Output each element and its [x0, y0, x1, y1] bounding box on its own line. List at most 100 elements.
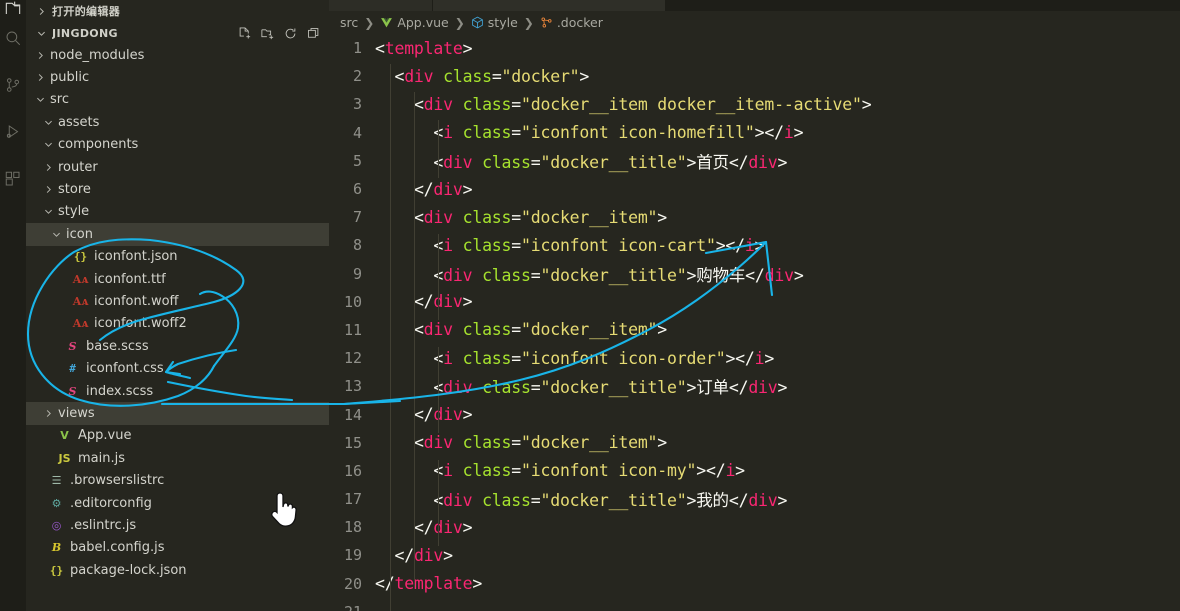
tree-item-store[interactable]: store: [26, 178, 329, 200]
tree-item-label: views: [58, 405, 95, 421]
line-number: 3: [352, 95, 362, 114]
tree-item-components[interactable]: components: [26, 134, 329, 156]
gear-file-icon: ⚙: [51, 496, 62, 510]
tree-item-browserslistrc[interactable]: ☰ .browserslistrc: [26, 469, 329, 491]
tree-item-label: iconfont.woff2: [94, 316, 187, 332]
line-number: 1: [352, 39, 362, 58]
code-line: 12 <i class="iconfont icon-order"></i>: [329, 344, 1180, 372]
font-file-icon: Aᴀ: [72, 294, 89, 308]
code-line-text: <i class="iconfont icon-cart"></i>: [433, 235, 765, 255]
breadcrumb[interactable]: src ❯ App.vue ❯ style ❯ .docker: [329, 11, 1180, 34]
tree-item-router[interactable]: router: [26, 156, 329, 178]
line-number: 20: [343, 574, 362, 593]
open-editors-label: 打开的编辑器: [52, 5, 121, 18]
code-line: 3 <div class="docker__item docker__item-…: [329, 90, 1180, 118]
activitybar-source-control-icon[interactable]: [0, 61, 26, 108]
tree-item-iconfont-woff[interactable]: Aᴀ iconfont.woff: [26, 290, 329, 312]
breadcrumb-item-style[interactable]: style: [471, 15, 518, 30]
code-content[interactable]: 1 <template> 2 <div class="docker"> 3 <div …: [329, 34, 1180, 611]
tree-item-label: iconfont.ttf: [94, 271, 166, 287]
code-line-text: <div class="docker__item">: [413, 320, 668, 340]
file-tree[interactable]: node_modulespublic src assets components rou…: [26, 44, 329, 611]
new-file-icon[interactable]: [237, 26, 252, 41]
code-line: 13 <div class="docker__title">订单</div>: [329, 372, 1180, 400]
breadcrumb-item-appvue[interactable]: App.vue: [380, 15, 449, 30]
line-number: 13: [343, 377, 362, 396]
chevron-down-icon: [42, 117, 55, 128]
chevron-down-icon: [34, 94, 47, 105]
code-line-text: <div class="docker__title">首页</div>: [433, 152, 788, 172]
tree-item-iconfont-json[interactable]: {} iconfont.json: [26, 246, 329, 268]
activitybar-explorer-icon[interactable]: [0, 0, 26, 14]
collapse-all-icon[interactable]: [306, 26, 321, 41]
breadcrumb-item-docker[interactable]: .docker: [540, 15, 603, 30]
tree-item-main-js[interactable]: JS main.js: [26, 447, 329, 469]
code-line: 5 <div class="docker__title">首页</div>: [329, 147, 1180, 175]
editor-tab-2-active[interactable]: [433, 0, 665, 11]
tree-item-label: iconfont.css: [86, 361, 164, 377]
cube-icon: [471, 16, 484, 29]
chevron-right-icon: [42, 162, 55, 173]
code-line-text: <i class="iconfont icon-order"></i>: [433, 348, 775, 368]
tree-item-app-vue[interactable]: V App.vue: [26, 425, 329, 447]
list-file-icon: ☰: [51, 474, 62, 488]
editor-tab-1[interactable]: [329, 0, 432, 11]
tree-item-style[interactable]: style: [26, 201, 329, 223]
tree-item-iconfont-woff2[interactable]: Aᴀ iconfont.woff2: [26, 313, 329, 335]
tree-item-label: router: [58, 159, 98, 175]
tree-item-label: style: [58, 204, 90, 220]
tree-item-iconfont-ttf[interactable]: Aᴀ iconfont.ttf: [26, 268, 329, 290]
tree-item-label: node_modules: [50, 47, 145, 63]
line-number: 17: [343, 490, 362, 509]
code-line: 1 <template>: [329, 34, 1180, 62]
project-section-header[interactable]: JINGDONG: [26, 22, 329, 44]
tree-item-label: src: [50, 92, 69, 108]
tree-item-label: babel.config.js: [70, 540, 165, 556]
new-folder-icon[interactable]: [260, 26, 275, 41]
editor-tabbar[interactable]: [329, 0, 1180, 11]
line-number: 7: [352, 208, 362, 227]
code-line-text: </div>: [413, 292, 473, 312]
explorer-actions: [237, 26, 329, 41]
code-line: 6 </div>: [329, 175, 1180, 203]
tree-item-src[interactable]: src: [26, 89, 329, 111]
json-file-icon: {}: [73, 250, 88, 264]
tree-item-public[interactable]: public: [26, 66, 329, 88]
tree-item-label: index.scss: [86, 383, 154, 399]
tree-item-label: main.js: [78, 450, 125, 466]
code-line: 20 </template>: [329, 570, 1180, 598]
sass-file-icon: S: [68, 384, 77, 398]
tree-item-eslintrc-js[interactable]: ◎ .eslintrc.js: [26, 514, 329, 536]
css-rule-icon: [540, 16, 553, 29]
breadcrumb-item-label: .docker: [556, 15, 603, 30]
tree-item-base-scss[interactable]: Sbase.scss: [26, 335, 329, 357]
tree-item-iconfont-css[interactable]: # iconfont.css: [26, 357, 329, 379]
breadcrumb-item-src[interactable]: src: [340, 15, 358, 30]
tree-item-index-scss[interactable]: Sindex.scss: [26, 380, 329, 402]
activitybar-extensions-icon[interactable]: [0, 155, 26, 202]
refresh-icon[interactable]: [283, 26, 298, 41]
tree-item-icon[interactable]: icon: [26, 223, 329, 246]
code-line-text: <div class="docker__item docker__item--a…: [413, 94, 872, 114]
line-number: 5: [352, 151, 362, 170]
open-editors-section-header[interactable]: 打开的编辑器: [26, 0, 329, 22]
code-line: 19 </div>: [329, 541, 1180, 569]
activitybar-search-icon[interactable]: [0, 14, 26, 61]
tree-item-node-modules[interactable]: node_modules: [26, 44, 329, 66]
tree-item-babel-config-js[interactable]: Bbabel.config.js: [26, 537, 329, 559]
code-line-text: <div class="docker__title">我的</div>: [433, 491, 788, 511]
code-line: 18 </div>: [329, 513, 1180, 541]
tree-item-package-lock-json[interactable]: {} package-lock.json: [26, 559, 329, 581]
line-number: 2: [352, 67, 362, 86]
code-line: 16 <i class="iconfont icon-my"></i>: [329, 457, 1180, 485]
tree-item-assets[interactable]: assets: [26, 111, 329, 133]
tree-item-views[interactable]: views: [26, 402, 329, 425]
line-number: 11: [343, 320, 362, 339]
activitybar-run-debug-icon[interactable]: [0, 108, 26, 155]
line-number: 14: [343, 405, 362, 424]
line-number: 21: [329, 603, 375, 611]
line-number: 12: [343, 349, 362, 368]
code-line: 7 <div class="docker__item">: [329, 203, 1180, 231]
tree-item-editorconfig[interactable]: ⚙ .editorconfig: [26, 492, 329, 514]
code-line-text: </div>: [394, 545, 453, 565]
